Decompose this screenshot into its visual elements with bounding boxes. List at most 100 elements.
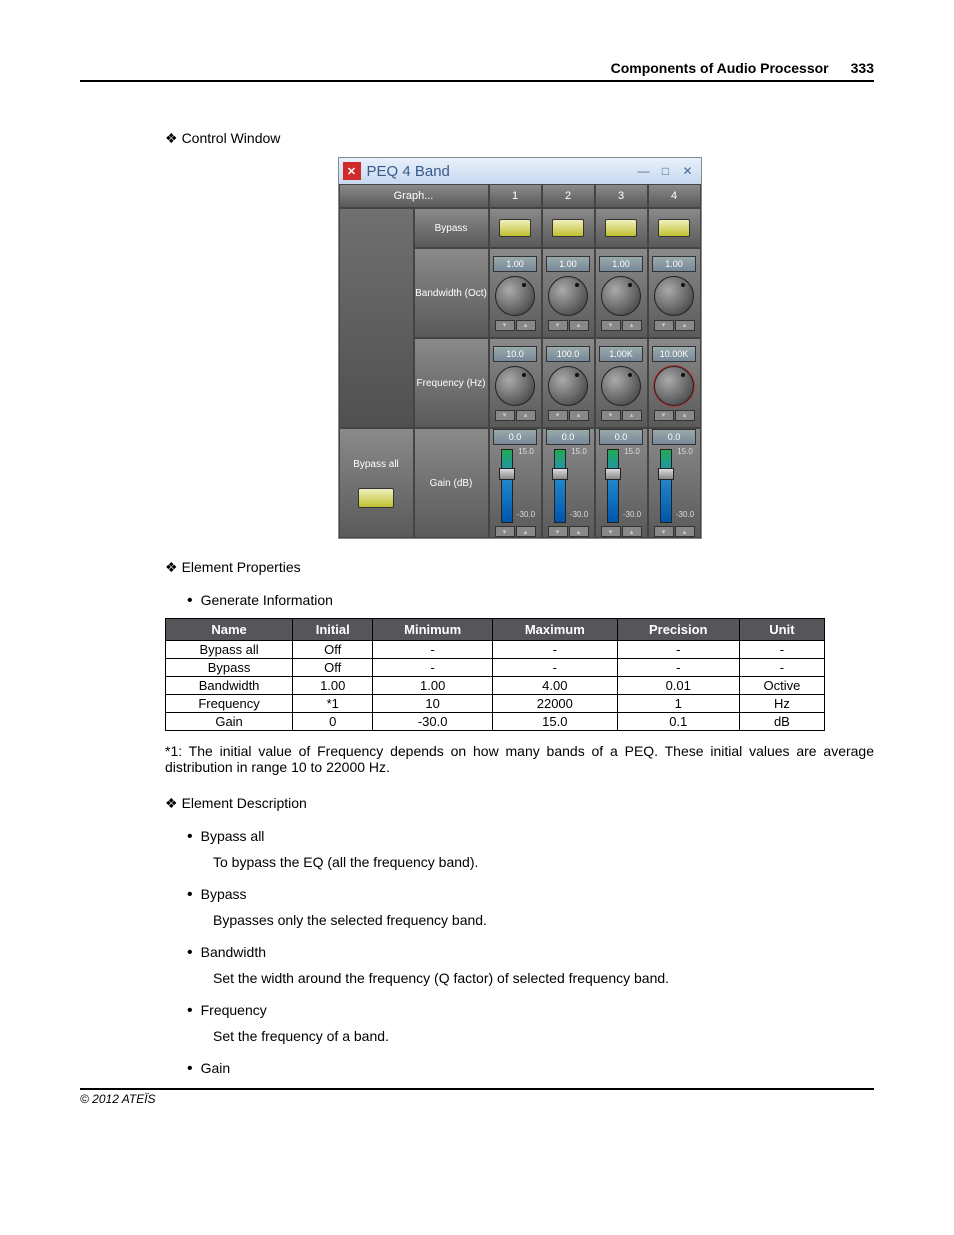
desc-title: Bandwidth [187,944,874,962]
window-title: PEQ 4 Band [367,163,631,180]
frequency-1[interactable]: 10.0 ▾▴ [489,338,542,428]
desc-text: To bypass the EQ (all the frequency band… [213,854,874,870]
slider-icon[interactable] [501,449,513,523]
gain-3[interactable]: 0.0 15.0-30.0 ▾▴ [595,428,648,538]
table-cell: 1 [617,695,739,713]
table-cell: Frequency [166,695,293,713]
row-label-bypass: Bypass [414,208,489,248]
footer-copyright: © 2012 ATEÏS [80,1088,874,1106]
knob-icon[interactable] [601,276,641,316]
bandwidth-4[interactable]: 1.00 ▾▴ [648,248,701,338]
table-cell: - [493,659,618,677]
desc-text: Set the frequency of a band. [213,1028,874,1044]
bandwidth-3[interactable]: 1.00 ▾▴ [595,248,648,338]
knob-icon[interactable] [495,366,535,406]
table-cell: Bypass all [166,641,293,659]
col-2: 2 [542,184,595,208]
table-cell: Octive [739,677,824,695]
gain-4[interactable]: 0.0 15.0-30.0 ▾▴ [648,428,701,538]
bypass-all-label: Bypass all [353,459,399,470]
table-cell: 1.00 [373,677,493,695]
row-label-bandwidth: Bandwidth (Oct) [414,248,489,338]
section-element-properties: Element Properties [165,559,874,576]
titlebar[interactable]: ✕ PEQ 4 Band — □ ✕ [339,158,701,184]
table-cell: -30.0 [373,713,493,731]
page-number: 333 [851,60,874,76]
slider-icon[interactable] [660,449,672,523]
desc-text: Set the width around the frequency (Q fa… [213,970,874,986]
table-cell: Bypass [166,659,293,677]
table-header: Initial [293,619,373,641]
table-cell: 0 [293,713,373,731]
app-icon: ✕ [343,162,361,180]
slider-icon[interactable] [607,449,619,523]
table-cell: 15.0 [493,713,618,731]
section-element-description: Element Description [165,795,874,812]
knob-icon[interactable] [495,276,535,316]
table-row: Bypass allOff---- [166,641,825,659]
bandwidth-1[interactable]: 1.00 ▾▴ [489,248,542,338]
bypass-4[interactable] [648,208,701,248]
knob-icon[interactable] [548,366,588,406]
header-title: Components of Audio Processor [611,60,829,76]
bandwidth-2[interactable]: 1.00 ▾▴ [542,248,595,338]
bypass-all-cell[interactable]: Bypass all [339,428,414,538]
gain-1[interactable]: 0.0 15.0-30.0 ▾▴ [489,428,542,538]
gain-2[interactable]: 0.0 15.0-30.0 ▾▴ [542,428,595,538]
desc-title: Frequency [187,1002,874,1020]
footnote-1: *1: The initial value of Frequency depen… [165,743,874,775]
table-cell: - [617,659,739,677]
knob-icon[interactable] [548,276,588,316]
table-header: Maximum [493,619,618,641]
bypass-2[interactable] [542,208,595,248]
col-3: 3 [595,184,648,208]
table-cell: 1.00 [293,677,373,695]
table-header: Unit [739,619,824,641]
left-blank [339,208,414,428]
graph-button[interactable]: Graph... [339,184,489,208]
maximize-icon[interactable]: □ [657,164,675,178]
table-header: Precision [617,619,739,641]
frequency-3[interactable]: 1.00K ▾▴ [595,338,648,428]
frequency-2[interactable]: 100.0 ▾▴ [542,338,595,428]
knob-icon[interactable] [654,366,694,406]
table-cell: 0.01 [617,677,739,695]
row-label-frequency: Frequency (Hz) [414,338,489,428]
close-icon[interactable]: ✕ [679,164,697,178]
table-cell: Off [293,659,373,677]
table-cell: Bandwidth [166,677,293,695]
desc-title: Gain [187,1060,874,1078]
table-cell: 10 [373,695,493,713]
table-cell: - [373,641,493,659]
table-cell: Off [293,641,373,659]
table-cell: Hz [739,695,824,713]
table-row: Bandwidth1.001.004.000.01Octive [166,677,825,695]
table-row: BypassOff---- [166,659,825,677]
knob-icon[interactable] [654,276,694,316]
bypass-all-button[interactable] [358,488,394,508]
table-cell: - [617,641,739,659]
table-cell: - [739,641,824,659]
desc-text: Bypasses only the selected frequency ban… [213,912,874,928]
table-row: Frequency*110220001Hz [166,695,825,713]
table-cell: 22000 [493,695,618,713]
row-label-gain: Gain (dB) [414,428,489,538]
table-cell: 4.00 [493,677,618,695]
bypass-3[interactable] [595,208,648,248]
table-cell: *1 [293,695,373,713]
col-4: 4 [648,184,701,208]
desc-title: Bypass [187,886,874,904]
knob-icon[interactable] [601,366,641,406]
control-window: ✕ PEQ 4 Band — □ ✕ Graph... 1 2 3 4 Bypa… [338,157,702,539]
table-cell: 0.1 [617,713,739,731]
frequency-4[interactable]: 10.00K ▾▴ [648,338,701,428]
slider-icon[interactable] [554,449,566,523]
table-cell: - [373,659,493,677]
table-header: Name [166,619,293,641]
generate-information: Generate Information [187,592,874,610]
bypass-1[interactable] [489,208,542,248]
minimize-icon[interactable]: — [635,164,653,178]
properties-table: NameInitialMinimumMaximumPrecisionUnit B… [165,618,825,731]
table-row: Gain0-30.015.00.1dB [166,713,825,731]
desc-title: Bypass all [187,828,874,846]
